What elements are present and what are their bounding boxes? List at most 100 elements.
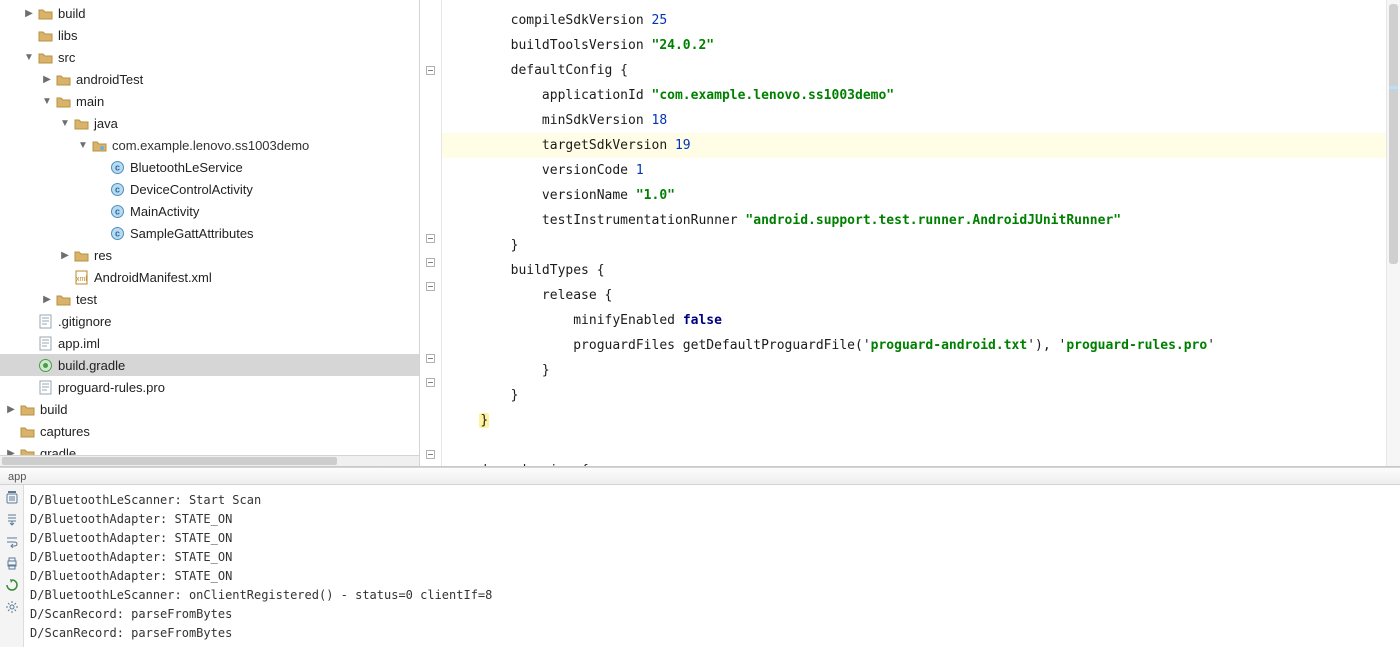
tree-item[interactable]: ▶libs <box>0 24 419 46</box>
expand-arrow-icon: ▶ <box>58 272 72 283</box>
clear-log-icon[interactable] <box>4 489 20 505</box>
tree-item[interactable]: ▼ java <box>0 112 419 134</box>
code-line[interactable]: minifyEnabled false <box>442 308 1386 333</box>
folder-icon <box>54 95 72 108</box>
svg-text:c: c <box>114 184 119 194</box>
code-line[interactable]: defaultConfig { <box>442 58 1386 83</box>
tree-item-label: SampleGattAttributes <box>130 226 254 241</box>
scrollbar-thumb[interactable] <box>2 457 337 465</box>
fold-icon[interactable] <box>426 66 435 75</box>
log-output[interactable]: D/BluetoothLeScanner: Start ScanD/Blueto… <box>24 485 1400 647</box>
scroll-to-end-icon[interactable] <box>4 511 20 527</box>
fold-icon[interactable] <box>426 282 435 291</box>
tree-item-label: build <box>40 402 67 417</box>
fold-icon[interactable] <box>426 258 435 267</box>
file-icon <box>36 380 54 395</box>
tree-item[interactable]: ▶ build <box>0 398 419 420</box>
tree-item[interactable]: ▶xmlAndroidManifest.xml <box>0 266 419 288</box>
tree-item[interactable]: ▶build.gradle <box>0 354 419 376</box>
print-icon[interactable] <box>4 555 20 571</box>
code-line[interactable]: dependencies { <box>442 458 1386 466</box>
fold-icon[interactable] <box>426 450 435 459</box>
fold-icon[interactable] <box>426 378 435 387</box>
tree-item[interactable]: ▶app.iml <box>0 332 419 354</box>
project-tree[interactable]: ▶build▶libs▼src▶androidTest▼main▼java▼co… <box>0 0 420 466</box>
expand-arrow-icon[interactable]: ▶ <box>40 294 54 305</box>
tree-item[interactable]: ▶androidTest <box>0 68 419 90</box>
expand-arrow-icon: ▶ <box>4 426 18 437</box>
code-line[interactable]: applicationId "com.example.lenovo.ss1003… <box>442 83 1386 108</box>
settings-icon[interactable] <box>4 599 20 615</box>
log-line[interactable]: D/BluetoothLeScanner: Start Scan <box>30 491 1394 510</box>
code-line[interactable]: compileSdkVersion 25 <box>442 8 1386 33</box>
code-line[interactable]: versionName "1.0" <box>442 183 1386 208</box>
tree-item[interactable]: ▶cSampleGattAttributes <box>0 222 419 244</box>
expand-arrow-icon: ▶ <box>94 162 108 173</box>
log-line[interactable]: D/BluetoothAdapter: STATE_ON <box>30 548 1394 567</box>
tree-item-label: java <box>94 116 118 131</box>
soft-wrap-icon[interactable] <box>4 533 20 549</box>
code-line[interactable]: versionCode 1 <box>442 158 1386 183</box>
folder-icon <box>54 293 72 306</box>
code-line[interactable]: proguardFiles getDefaultProguardFile('pr… <box>442 333 1386 358</box>
tree-item[interactable]: ▶cDeviceControlActivity <box>0 178 419 200</box>
tree-item[interactable]: ▶ captures <box>0 420 419 442</box>
fold-icon[interactable] <box>426 354 435 363</box>
code-line[interactable]: buildTypes { <box>442 258 1386 283</box>
folder-icon <box>54 73 72 86</box>
expand-arrow-icon: ▶ <box>94 184 108 195</box>
tree-item[interactable]: ▼src <box>0 46 419 68</box>
editor-vertical-scrollbar[interactable] <box>1386 0 1400 466</box>
log-line[interactable]: D/BluetoothAdapter: STATE_ON <box>30 529 1394 548</box>
expand-arrow-icon[interactable]: ▼ <box>22 52 36 63</box>
tree-horizontal-scrollbar[interactable] <box>0 455 419 466</box>
expand-arrow-icon[interactable]: ▼ <box>40 96 54 107</box>
expand-arrow-icon: ▶ <box>22 338 36 349</box>
expand-arrow-icon[interactable]: ▶ <box>4 404 18 415</box>
code-line[interactable]: } <box>442 358 1386 383</box>
log-line[interactable]: D/ScanRecord: parseFromBytes <box>30 624 1394 643</box>
tree-item-label: captures <box>40 424 90 439</box>
log-line[interactable]: D/ScanRecord: parseFromBytes <box>30 605 1394 624</box>
tree-item[interactable]: ▶ test <box>0 288 419 310</box>
code-line[interactable]: } <box>442 408 1386 433</box>
svg-text:c: c <box>114 162 119 172</box>
tree-item[interactable]: ▶proguard-rules.pro <box>0 376 419 398</box>
expand-arrow-icon[interactable]: ▶ <box>58 250 72 261</box>
code-line[interactable]: minSdkVersion 18 <box>442 108 1386 133</box>
log-line[interactable]: D/BluetoothLeScanner: onClientRegistered… <box>30 586 1394 605</box>
log-line[interactable]: D/BluetoothAdapter: STATE_ON <box>30 567 1394 586</box>
scrollbar-thumb[interactable] <box>1389 4 1398 264</box>
log-line[interactable]: D/BluetoothAdapter: STATE_ON <box>30 510 1394 529</box>
expand-arrow-icon[interactable]: ▶ <box>40 74 54 85</box>
code-line[interactable]: } <box>442 383 1386 408</box>
logcat-toolbar <box>0 485 24 647</box>
code-line[interactable]: buildToolsVersion "24.0.2" <box>442 33 1386 58</box>
code-line[interactable]: release { <box>442 283 1386 308</box>
tree-item[interactable]: ▼ com.example.lenovo.ss1003demo <box>0 134 419 156</box>
tree-item[interactable]: ▼ main <box>0 90 419 112</box>
tree-item-label: com.example.lenovo.ss1003demo <box>112 138 309 153</box>
code-line[interactable]: targetSdkVersion 19 <box>442 133 1386 158</box>
editor-gutter[interactable] <box>420 0 442 466</box>
tree-item[interactable]: ▶res <box>0 244 419 266</box>
code-editor[interactable]: compileSdkVersion 25 buildToolsVersion "… <box>420 0 1400 466</box>
tree-item[interactable]: ▶cMainActivity <box>0 200 419 222</box>
tree-item[interactable]: ▶build <box>0 2 419 24</box>
code-line[interactable] <box>442 433 1386 458</box>
restart-icon[interactable] <box>4 577 20 593</box>
code-line[interactable]: } <box>442 233 1386 258</box>
expand-arrow-icon[interactable]: ▶ <box>22 8 36 19</box>
breadcrumb[interactable]: app <box>0 467 1400 485</box>
code-area[interactable]: compileSdkVersion 25 buildToolsVersion "… <box>442 0 1386 466</box>
expand-arrow-icon: ▶ <box>22 30 36 41</box>
fold-icon[interactable] <box>426 234 435 243</box>
tree-item[interactable]: ▶.gitignore <box>0 310 419 332</box>
expand-arrow-icon[interactable]: ▼ <box>58 118 72 129</box>
expand-arrow-icon: ▶ <box>22 316 36 327</box>
code-line[interactable]: testInstrumentationRunner "android.suppo… <box>442 208 1386 233</box>
tree-item-label: test <box>76 292 97 307</box>
tree-item-label: main <box>76 94 104 109</box>
expand-arrow-icon[interactable]: ▼ <box>76 140 90 151</box>
tree-item[interactable]: ▶cBluetoothLeService <box>0 156 419 178</box>
